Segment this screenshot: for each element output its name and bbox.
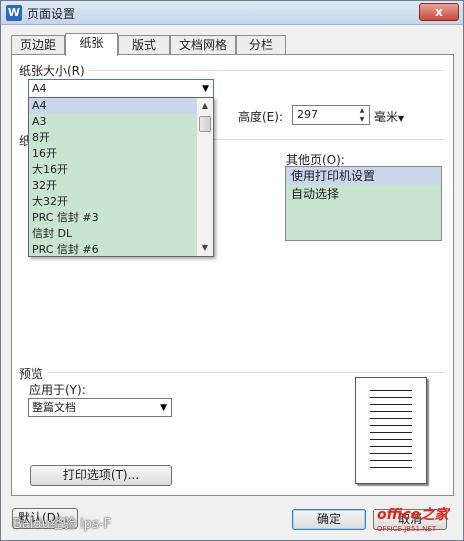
scroll-down-icon[interactable]: ▼ xyxy=(197,240,213,256)
dropdown-item[interactable]: A3 xyxy=(29,114,196,130)
list-item[interactable]: 自动选择 xyxy=(286,185,441,203)
chevron-down-icon: ▼ xyxy=(202,84,209,94)
apply-to-label: 应用于(Y): xyxy=(29,383,86,397)
tab-columns[interactable]: 分栏 xyxy=(236,35,286,55)
dropdown-item[interactable]: PRC 信封 #3 xyxy=(29,210,196,226)
watermark-url: OFFICE.JB51.NET xyxy=(377,525,437,533)
preview-group-label: 预览 xyxy=(19,365,48,382)
dropdown-item[interactable]: 32开 xyxy=(29,178,196,194)
group-divider xyxy=(47,372,444,373)
height-label: 高度(E): xyxy=(238,110,283,124)
office-home-watermark: office之家 OFFICE.JB51.NET xyxy=(377,506,463,538)
tab-paper[interactable]: 纸张 xyxy=(65,33,118,56)
spin-down-icon[interactable]: ▼ xyxy=(355,115,369,124)
paper-size-group-label: 纸张大小(R) xyxy=(19,62,89,79)
group-divider xyxy=(89,70,444,71)
dialog-title: 页面设置 xyxy=(27,7,76,21)
page-setup-dialog: W 页面设置 x 页边距 纸张 版式 文档网格 分栏 纸张大小(R) A4 ▼ … xyxy=(0,0,464,541)
page-preview xyxy=(355,377,427,484)
ok-button[interactable]: 确定 xyxy=(292,509,366,530)
dropdown-item[interactable]: PRC 信封 #6 xyxy=(29,242,196,258)
watermark-brand: office之家 xyxy=(377,507,449,523)
other-pages-list[interactable]: 使用打印机设置 自动选择 xyxy=(285,166,442,241)
chevron-down-icon: ▼ xyxy=(398,114,405,123)
unit-select[interactable]: 毫米▼ xyxy=(374,108,404,125)
height-stepper[interactable]: 297 ▲ ▼ xyxy=(292,105,370,125)
scroll-thumb[interactable] xyxy=(199,116,211,132)
dropdown-scrollbar[interactable]: ▲ ▼ xyxy=(196,98,213,256)
title-bar[interactable]: W 页面设置 x xyxy=(1,1,463,25)
dropdown-item[interactable]: A4 xyxy=(29,98,196,114)
dropdown-item[interactable]: 大16开 xyxy=(29,162,196,178)
tab-layout[interactable]: 版式 xyxy=(118,35,170,55)
chevron-down-icon: ▼ xyxy=(160,403,167,413)
scroll-up-icon[interactable]: ▲ xyxy=(197,98,213,114)
paper-size-combo[interactable]: A4 ▼ xyxy=(28,79,214,99)
close-icon: x xyxy=(435,5,443,19)
list-item[interactable]: 使用打印机设置 xyxy=(286,167,441,185)
dropdown-item[interactable]: 信封 DL xyxy=(29,226,196,242)
dropdown-item[interactable]: 16开 xyxy=(29,146,196,162)
close-button[interactable]: x xyxy=(419,3,459,21)
apply-to-value: 整篇文档 xyxy=(32,401,76,414)
tab-margins[interactable]: 页边距 xyxy=(11,35,65,55)
wps-writer-icon: W xyxy=(6,5,22,21)
apply-to-select[interactable]: 整篇文档 ▼ xyxy=(28,398,172,417)
print-options-button[interactable]: 打印选项(T)... xyxy=(30,465,172,486)
spin-up-icon[interactable]: ▲ xyxy=(355,106,369,115)
dropdown-item[interactable]: 大32开 xyxy=(29,194,196,210)
paper-size-dropdown[interactable]: A4 A3 8开 16开 大16开 32开 大32开 PRC 信封 #3 信封 … xyxy=(28,97,214,257)
dropdown-item[interactable]: 8开 xyxy=(29,130,196,146)
baidu-watermark: Baidu经验 lps-F xyxy=(13,517,111,532)
spin-buttons[interactable]: ▲ ▼ xyxy=(355,106,369,124)
unit-label: 毫米 xyxy=(374,110,399,124)
paper-size-value: A4 xyxy=(32,82,47,95)
tab-document-grid[interactable]: 文档网格 xyxy=(170,35,236,55)
height-value: 297 xyxy=(297,108,318,121)
